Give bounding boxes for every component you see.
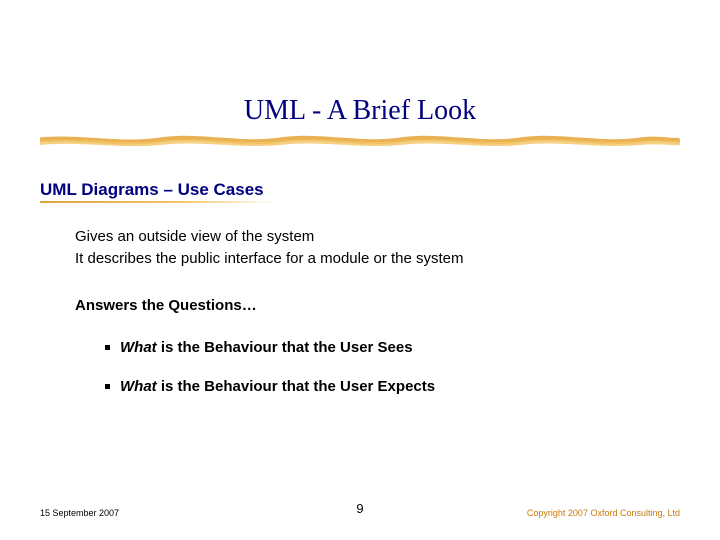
body-content: Gives an outside view of the system It d…	[75, 227, 655, 417]
bullet-rest: is the Behaviour that the User Expects	[157, 378, 435, 395]
body-line: Gives an outside view of the system	[75, 227, 655, 247]
bullet-item: What is the Behaviour that the User Sees	[105, 338, 655, 358]
section-heading: UML Diagrams – Use Cases	[40, 180, 264, 200]
bullet-item: What is the Behaviour that the User Expe…	[105, 377, 655, 397]
bullet-emphasis: What	[120, 378, 157, 395]
footer-copyright: Copyright 2007 Oxford Consulting, Ltd	[527, 508, 680, 518]
bullet-icon	[105, 384, 110, 389]
title-underline-decoration	[40, 134, 680, 148]
bullet-text: What is the Behaviour that the User Sees	[120, 338, 413, 358]
slide-title: UML - A Brief Look	[0, 95, 720, 127]
bullet-emphasis: What	[120, 339, 157, 356]
bullet-list: What is the Behaviour that the User Sees…	[105, 338, 655, 397]
slide: UML - A Brief Look UML Diagrams – Use Ca…	[0, 0, 720, 540]
bullet-text: What is the Behaviour that the User Expe…	[120, 377, 435, 397]
section-heading-underline	[40, 201, 275, 203]
questions-heading: Answers the Questions…	[75, 296, 655, 316]
bullet-rest: is the Behaviour that the User Sees	[157, 339, 413, 356]
bullet-icon	[105, 345, 110, 350]
body-line: It describes the public interface for a …	[75, 249, 655, 269]
